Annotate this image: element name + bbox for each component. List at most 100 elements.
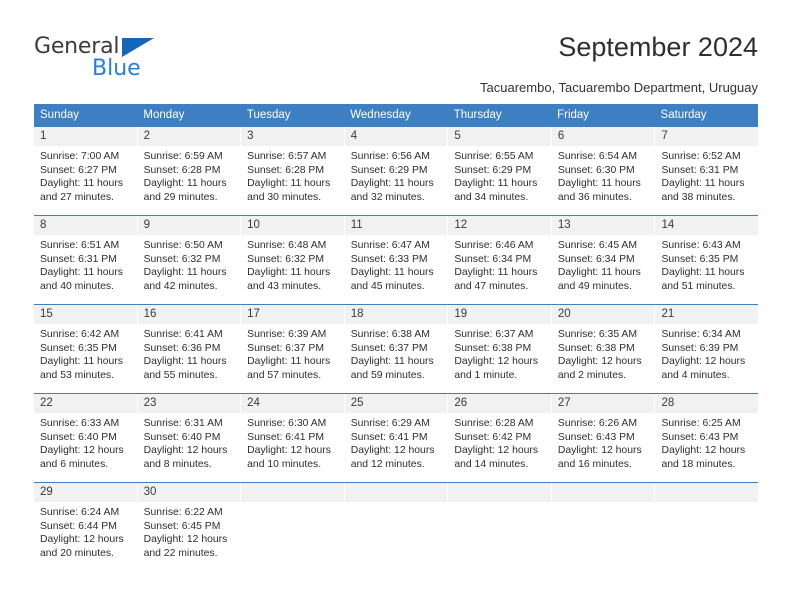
daylight-text-cont: and 12 minutes.: [350, 458, 425, 470]
weekday-wednesday: Wednesday: [350, 109, 411, 121]
day-number[interactable]: 27: [550, 394, 655, 413]
day-number[interactable]: 14: [654, 216, 758, 235]
day-number[interactable]: 6: [550, 127, 655, 146]
day-cell[interactable]: Sunrise: 6:38 AM Sunset: 6:37 PM Dayligh…: [343, 324, 448, 393]
day-cell[interactable]: Sunrise: 7:00 AM Sunset: 6:27 PM Dayligh…: [34, 146, 137, 215]
day-number[interactable]: 1: [34, 127, 137, 146]
day-cell[interactable]: Sunrise: 6:45 AM Sunset: 6:34 PM Dayligh…: [550, 235, 655, 304]
day-number[interactable]: 5: [447, 127, 551, 146]
daylight-text: Daylight: 12 hours: [40, 534, 124, 546]
brand-logo[interactable]: General Blue: [34, 36, 214, 88]
day-cell[interactable]: Sunrise: 6:34 AM Sunset: 6:39 PM Dayligh…: [654, 324, 758, 393]
day-number[interactable]: 24: [240, 394, 344, 413]
daylight-text: Daylight: 11 hours: [661, 267, 745, 279]
day-cell[interactable]: Sunrise: 6:28 AM Sunset: 6:42 PM Dayligh…: [447, 413, 551, 482]
day-number[interactable]: 30: [136, 483, 241, 502]
day-cell[interactable]: Sunrise: 6:57 AM Sunset: 6:28 PM Dayligh…: [240, 146, 344, 215]
day-number[interactable]: 10: [240, 216, 344, 235]
day-number[interactable]: 23: [136, 394, 241, 413]
daylight-text: Daylight: 11 hours: [40, 178, 123, 190]
day-cell[interactable]: Sunrise: 6:52 AM Sunset: 6:31 PM Dayligh…: [654, 146, 758, 215]
day-number[interactable]: 8: [34, 216, 137, 235]
sunrise-text: Sunrise: 7:00 AM: [40, 151, 120, 162]
day-cell[interactable]: Sunrise: 6:39 AM Sunset: 6:37 PM Dayligh…: [240, 324, 344, 393]
day-cell[interactable]: Sunrise: 6:24 AM Sunset: 6:44 PM Dayligh…: [34, 502, 137, 571]
day-cell[interactable]: Sunrise: 6:51 AM Sunset: 6:31 PM Dayligh…: [34, 235, 137, 304]
daylight-text-cont: and 18 minutes.: [661, 458, 736, 470]
daylight-text-cont: and 51 minutes.: [661, 280, 736, 292]
daylight-text: Daylight: 11 hours: [350, 267, 434, 279]
sunset-text: Sunset: 6:38 PM: [557, 342, 635, 354]
sunrise-text: Sunrise: 6:22 AM: [143, 507, 223, 518]
day-cell[interactable]: Sunrise: 6:47 AM Sunset: 6:33 PM Dayligh…: [343, 235, 448, 304]
day-cell[interactable]: Sunrise: 6:33 AM Sunset: 6:40 PM Dayligh…: [34, 413, 137, 482]
sunset-text: Sunset: 6:38 PM: [454, 342, 532, 354]
sunrise-text: Sunrise: 6:57 AM: [247, 151, 327, 162]
day-number[interactable]: 25: [343, 394, 448, 413]
day-cell[interactable]: Sunrise: 6:22 AM Sunset: 6:45 PM Dayligh…: [136, 502, 241, 571]
daylight-text-cont: and 49 minutes.: [557, 280, 632, 292]
daylight-text: Daylight: 11 hours: [661, 178, 745, 190]
sunrise-text: Sunrise: 6:25 AM: [661, 418, 741, 429]
day-cell[interactable]: Sunrise: 6:55 AM Sunset: 6:29 PM Dayligh…: [447, 146, 551, 215]
day-number[interactable]: 28: [654, 394, 758, 413]
sunrise-text: Sunrise: 6:28 AM: [454, 418, 534, 429]
day-number[interactable]: 20: [550, 305, 655, 324]
day-cell[interactable]: Sunrise: 6:48 AM Sunset: 6:32 PM Dayligh…: [240, 235, 344, 304]
day-cell[interactable]: Sunrise: 6:25 AM Sunset: 6:43 PM Dayligh…: [654, 413, 758, 482]
day-number[interactable]: 7: [654, 127, 758, 146]
day-cell[interactable]: Sunrise: 6:26 AM Sunset: 6:43 PM Dayligh…: [550, 413, 655, 482]
day-number[interactable]: 16: [136, 305, 241, 324]
day-cell[interactable]: Sunrise: 6:46 AM Sunset: 6:34 PM Dayligh…: [447, 235, 551, 304]
weekday-thursday: Thursday: [453, 109, 502, 121]
day-cell[interactable]: Sunrise: 6:59 AM Sunset: 6:28 PM Dayligh…: [136, 146, 241, 215]
calendar-grid: Sunday Monday Tuesday Wednesday Thursday…: [34, 104, 758, 571]
week-row: 8 9 10 11 12 13 14 Sunrise: 6:51 AM Suns…: [34, 215, 758, 304]
day-number[interactable]: 17: [240, 305, 344, 324]
sunrise-text: Sunrise: 6:54 AM: [557, 151, 638, 162]
day-number[interactable]: 12: [447, 216, 551, 235]
day-cell[interactable]: Sunrise: 6:50 AM Sunset: 6:32 PM Dayligh…: [136, 235, 241, 304]
day-number-empty: [654, 483, 758, 502]
daylight-text: Daylight: 11 hours: [350, 356, 434, 368]
day-cell[interactable]: Sunrise: 6:35 AM Sunset: 6:38 PM Dayligh…: [550, 324, 655, 393]
day-cell[interactable]: Sunrise: 6:56 AM Sunset: 6:29 PM Dayligh…: [343, 146, 448, 215]
sunset-text: Sunset: 6:44 PM: [40, 520, 117, 532]
day-number[interactable]: 29: [34, 483, 137, 502]
day-number[interactable]: 13: [550, 216, 655, 235]
day-cell[interactable]: Sunrise: 6:31 AM Sunset: 6:40 PM Dayligh…: [136, 413, 241, 482]
day-cell[interactable]: Sunrise: 6:41 AM Sunset: 6:36 PM Dayligh…: [136, 324, 241, 393]
page-subtitle: Tacuarembo, Tacuarembo Department, Urugu…: [480, 80, 758, 95]
day-number[interactable]: 9: [136, 216, 241, 235]
day-number[interactable]: 15: [34, 305, 137, 324]
day-cell[interactable]: Sunrise: 6:30 AM Sunset: 6:41 PM Dayligh…: [240, 413, 344, 482]
day-cell[interactable]: Sunrise: 6:42 AM Sunset: 6:35 PM Dayligh…: [34, 324, 137, 393]
sunset-text: Sunset: 6:35 PM: [40, 342, 117, 354]
daylight-text-cont: and 16 minutes.: [557, 458, 632, 470]
day-number[interactable]: 11: [343, 216, 448, 235]
daylight-text-cont: and 1 minute.: [454, 369, 518, 381]
day-cell[interactable]: Sunrise: 6:54 AM Sunset: 6:30 PM Dayligh…: [550, 146, 655, 215]
daylight-text: Daylight: 12 hours: [247, 445, 331, 457]
daylight-text-cont: and 59 minutes.: [350, 369, 425, 381]
weekday-header-row: Sunday Monday Tuesday Wednesday Thursday…: [34, 104, 758, 126]
day-number[interactable]: 22: [34, 394, 137, 413]
sunrise-text: Sunrise: 6:34 AM: [661, 329, 741, 340]
day-number[interactable]: 19: [447, 305, 551, 324]
sunset-text: Sunset: 6:43 PM: [661, 431, 739, 443]
day-number[interactable]: 3: [240, 127, 344, 146]
day-cell[interactable]: Sunrise: 6:37 AM Sunset: 6:38 PM Dayligh…: [447, 324, 551, 393]
day-number[interactable]: 21: [654, 305, 758, 324]
day-cell[interactable]: Sunrise: 6:43 AM Sunset: 6:35 PM Dayligh…: [654, 235, 758, 304]
daylight-text-cont: and 57 minutes.: [247, 369, 322, 381]
daylight-text: Daylight: 11 hours: [143, 267, 227, 279]
brand-name-general: General: [34, 34, 120, 59]
day-number[interactable]: 2: [136, 127, 241, 146]
day-cell[interactable]: Sunrise: 6:29 AM Sunset: 6:41 PM Dayligh…: [343, 413, 448, 482]
day-number[interactable]: 26: [447, 394, 551, 413]
daylight-text-cont: and 38 minutes.: [661, 191, 736, 203]
day-number[interactable]: 18: [343, 305, 448, 324]
daylight-text: Daylight: 11 hours: [454, 178, 538, 190]
sunrise-text: Sunrise: 6:45 AM: [557, 240, 638, 251]
day-number[interactable]: 4: [343, 127, 448, 146]
